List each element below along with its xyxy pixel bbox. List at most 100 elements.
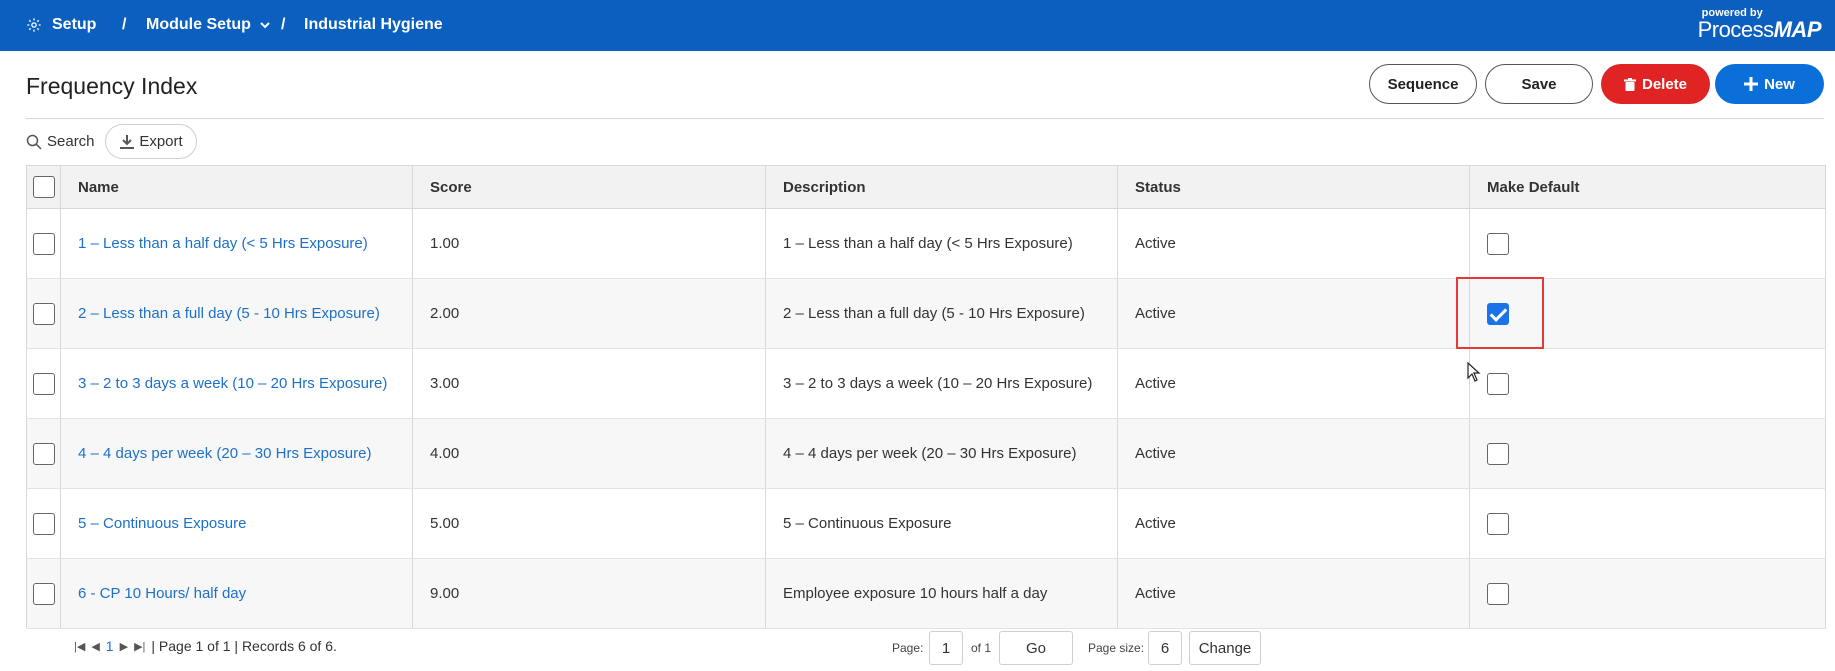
row-select-checkbox[interactable]	[32, 512, 55, 535]
table-row: 2 – Less than a full day (5 - 10 Hrs Exp…	[26, 278, 1826, 349]
search-button[interactable]: Search	[26, 133, 95, 150]
first-page-icon[interactable]: |◀	[74, 640, 85, 653]
make-default-checkbox[interactable]	[1487, 582, 1509, 605]
description-cell: 3 – 2 to 3 days a week (10 – 20 Hrs Expo…	[765, 348, 1118, 419]
row-name-link[interactable]: 6 - CP 10 Hours/ half day	[78, 585, 246, 602]
make-default-cell	[1469, 558, 1826, 629]
new-button[interactable]: New	[1715, 64, 1824, 104]
save-button-label: Save	[1521, 75, 1557, 93]
table-row: 1 – Less than a half day (< 5 Hrs Exposu…	[26, 208, 1826, 279]
save-button[interactable]: Save	[1485, 64, 1593, 104]
chevron-down-icon	[260, 22, 270, 29]
row-select-cell	[26, 208, 61, 279]
breadcrumb-module-setup[interactable]: Module Setup	[146, 16, 271, 34]
change-button[interactable]: Change	[1189, 631, 1261, 665]
sequence-button[interactable]: Sequence	[1369, 64, 1477, 104]
page-number-input[interactable]: 1	[929, 631, 963, 665]
name-cell: 6 - CP 10 Hours/ half day	[60, 558, 413, 629]
make-default-cell	[1469, 488, 1826, 559]
row-select-checkbox[interactable]	[32, 582, 55, 605]
score-cell: 9.00	[412, 558, 766, 629]
delete-button[interactable]: Delete	[1601, 64, 1710, 104]
make-default-cell	[1469, 348, 1826, 419]
page-label: Page:	[892, 641, 924, 655]
search-icon	[26, 134, 42, 150]
make-default-cell	[1469, 418, 1826, 489]
row-select-cell	[26, 558, 61, 629]
page-link[interactable]: 1	[106, 638, 114, 654]
plus-icon	[1744, 77, 1759, 91]
gear-icon	[27, 18, 41, 32]
previous-page-icon[interactable]: ◀	[91, 640, 99, 653]
last-page-icon[interactable]: ▶|	[134, 640, 145, 653]
page-size-label: Page size:	[1088, 641, 1145, 655]
breadcrumb-current: Industrial Hygiene	[304, 16, 443, 33]
frequency-index-table: Name Score Description Status Make Defau…	[26, 165, 1826, 629]
description-cell: 5 – Continuous Exposure	[765, 488, 1118, 559]
column-header-name[interactable]: Name	[60, 165, 413, 209]
trash-icon	[1623, 77, 1636, 91]
select-all-checkbox[interactable]	[32, 176, 55, 198]
row-select-cell	[26, 488, 61, 559]
page-of-label: of 1	[971, 641, 992, 655]
row-name-link[interactable]: 2 – Less than a full day (5 - 10 Hrs Exp…	[78, 305, 380, 322]
next-page-icon[interactable]: ▶	[120, 640, 128, 653]
table-row: 6 - CP 10 Hours/ half day 9.00 Employee …	[26, 558, 1826, 629]
status-cell: Active	[1117, 348, 1470, 419]
name-cell: 2 – Less than a full day (5 - 10 Hrs Exp…	[60, 278, 413, 349]
description-cell: 2 – Less than a full day (5 - 10 Hrs Exp…	[765, 278, 1118, 349]
page-title: Frequency Index	[26, 73, 198, 99]
status-cell: Active	[1117, 558, 1470, 629]
export-button[interactable]: Export	[105, 124, 197, 159]
description-cell: 4 – 4 days per week (20 – 30 Hrs Exposur…	[765, 418, 1118, 489]
row-select-checkbox[interactable]	[32, 232, 55, 255]
make-default-checkbox[interactable]	[1487, 512, 1509, 535]
row-name-link[interactable]: 3 – 2 to 3 days a week (10 – 20 Hrs Expo…	[78, 375, 387, 392]
new-button-label: New	[1764, 75, 1795, 93]
sequence-button-label: Sequence	[1387, 75, 1459, 93]
row-select-checkbox[interactable]	[32, 442, 55, 465]
delete-button-label: Delete	[1641, 75, 1688, 93]
score-cell: 5.00	[412, 488, 766, 559]
make-default-checkbox[interactable]	[1487, 442, 1509, 465]
description-cell: 1 – Less than a half day (< 5 Hrs Exposu…	[765, 208, 1118, 279]
make-default-checkbox[interactable]	[1487, 372, 1509, 395]
make-default-cell	[1469, 278, 1826, 349]
row-name-link[interactable]: 5 – Continuous Exposure	[78, 515, 246, 532]
top-navigation-bar: Setup / Module Setup / Industrial Hygien…	[0, 0, 1835, 51]
row-name-link[interactable]: 1 – Less than a half day (< 5 Hrs Exposu…	[78, 235, 368, 252]
status-cell: Active	[1117, 278, 1470, 349]
column-header-make-default[interactable]: Make Default	[1469, 165, 1826, 209]
column-header-status[interactable]: Status	[1117, 165, 1470, 209]
make-default-checkbox-checked[interactable]	[1487, 302, 1509, 325]
row-select-checkbox[interactable]	[32, 302, 55, 325]
page-size-input[interactable]: 6	[1148, 631, 1182, 665]
make-default-checkbox[interactable]	[1487, 232, 1509, 255]
search-label: Search	[47, 133, 95, 150]
row-select-cell	[26, 418, 61, 489]
table-row: 3 – 2 to 3 days a week (10 – 20 Hrs Expo…	[26, 348, 1826, 419]
breadcrumb-separator: /	[122, 16, 127, 33]
breadcrumb-setup[interactable]: Setup	[26, 16, 96, 34]
row-select-cell	[26, 278, 61, 349]
score-cell: 2.00	[412, 278, 766, 349]
pager-summary: | Page 1 of 1 | Records 6 of 6.	[151, 638, 337, 654]
table-header-row: Name Score Description Status Make Defau…	[26, 165, 1826, 209]
column-header-score[interactable]: Score	[412, 165, 766, 209]
status-cell: Active	[1117, 418, 1470, 489]
pager-navigation: |◀ ◀ 1 ▶ ▶| | Page 1 of 1 | Records 6 of…	[74, 638, 337, 654]
row-name-link[interactable]: 4 – 4 days per week (20 – 30 Hrs Exposur…	[78, 445, 371, 462]
status-cell: Active	[1117, 208, 1470, 279]
brand-name-suffix: MAP	[1773, 17, 1822, 42]
mouse-pointer-icon	[1467, 362, 1481, 382]
score-cell: 4.00	[412, 418, 766, 489]
table-row: 5 – Continuous Exposure 5.00 5 – Continu…	[26, 488, 1826, 559]
go-button[interactable]: Go	[999, 631, 1073, 665]
row-select-checkbox[interactable]	[32, 372, 55, 395]
brand-logo: powered by ProcessMAP	[1698, 7, 1822, 43]
name-cell: 3 – 2 to 3 days a week (10 – 20 Hrs Expo…	[60, 348, 413, 419]
make-default-cell	[1469, 208, 1826, 279]
row-select-cell	[26, 348, 61, 419]
column-header-description[interactable]: Description	[765, 165, 1118, 209]
title-divider	[26, 118, 1824, 119]
